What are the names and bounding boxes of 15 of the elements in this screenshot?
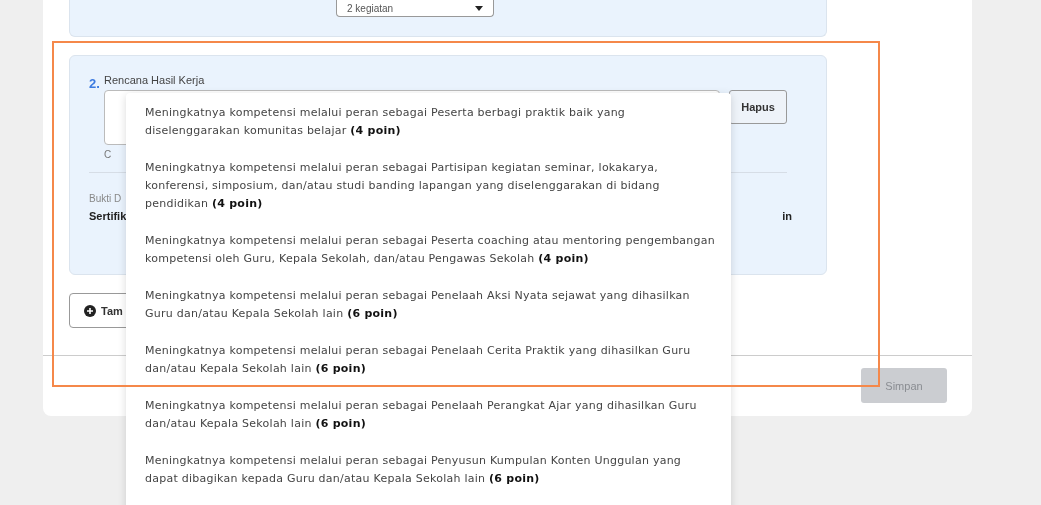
evidence-value: Sertifik [89,210,127,222]
dropdown-option[interactable]: Meningkatnya kompetensi melalui peran sebagai Partisipan kegiatan seminar, lokakarya, konferensi, simposium, dan/atau studi banding lapangan yang diselenggarakan di bidang pendidikan (4 poin) [126,150,731,223]
helper-text: C [104,149,113,160]
field-label: Rencana Hasil Kerja [104,74,206,86]
item-number: 2. [89,75,101,93]
dropdown-option[interactable]: Meningkatnya kompetensi melalui peran sebagai Penelaah Perangkat Ajar yang dihasilkan Guru dan/atau Kepala Sekolah lain (6 poin) [126,388,731,443]
dropdown-option[interactable]: Meningkatnya kompetensi melalui peran sebagai Penelaah Cerita Praktik yang dihasilkan Guru dan/atau Kepala Sekolah lain (6 poin) [126,333,731,388]
count-select[interactable]: 2 kegiatan [336,0,494,17]
plus-circle-icon [84,304,96,317]
dropdown-option[interactable]: Meningkatnya kompetensi melalui peran sebagai Peserta coaching atau mentoring pengembangan kompetensi oleh Guru, Kepala Sekolah, dan/atau Pengawas Sekolah (4 poin) [126,223,731,278]
delete-button[interactable]: Hapus [729,90,787,124]
caret-icon [475,5,483,11]
dropdown-option[interactable]: Meningkatnya kompetensi melalui peran sebagai Peserta berbagi praktik baik yang diselenggarakan komunitas belajar (4 poin) [126,95,731,150]
dropdown-option[interactable]: Meningkatnya kompetensi melalui peran sebagai Penyusun Kumpulan Konten Unggulan yang dapat dibagikan kepada Guru dan/atau Kepala Sekolah lain (6 poin) [126,443,731,498]
points-text: in [782,210,792,222]
